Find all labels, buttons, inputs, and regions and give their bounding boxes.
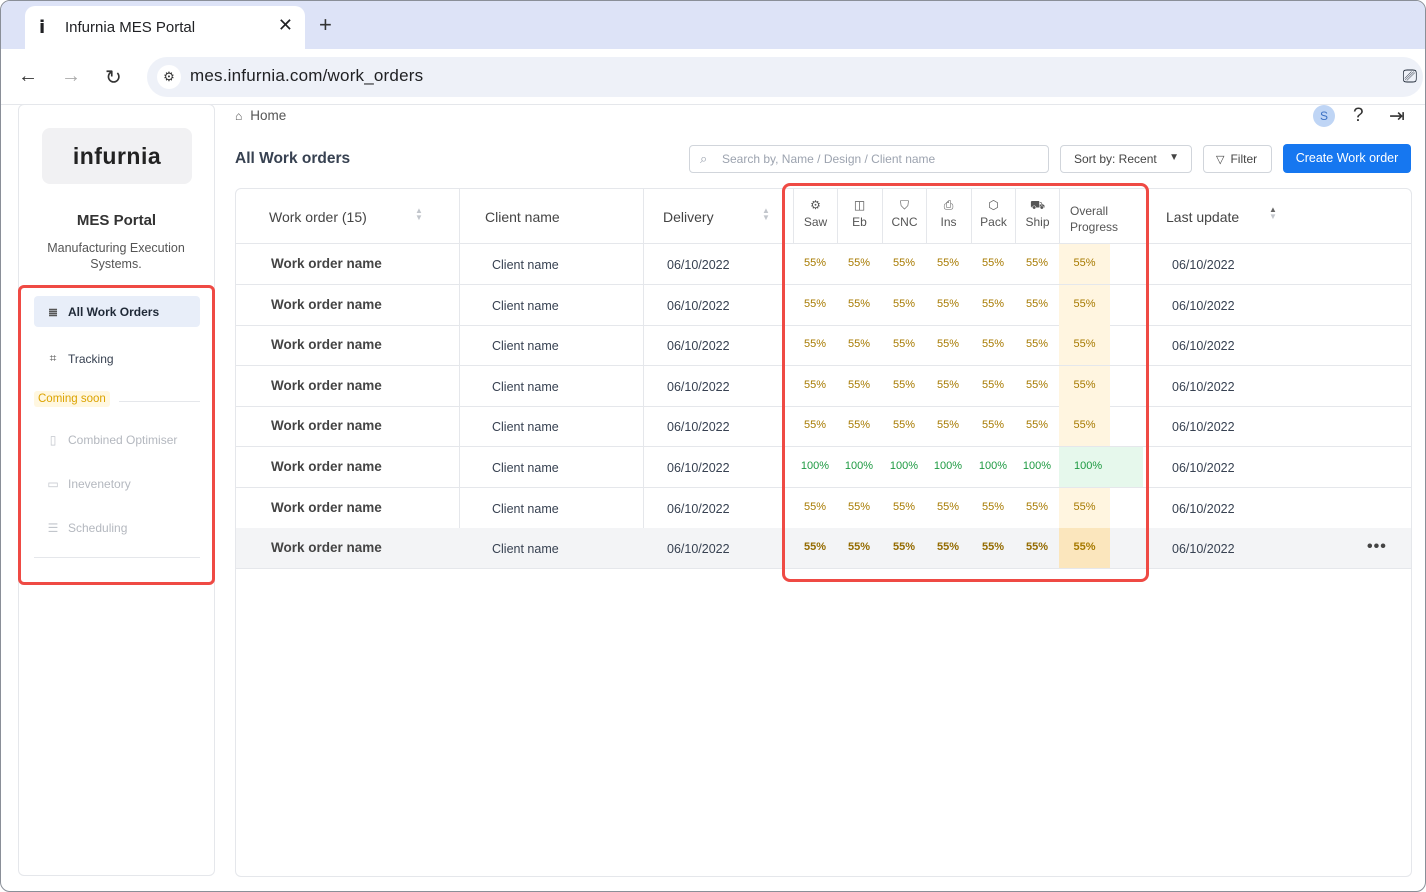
delivery-date: 06/10/2022 (667, 379, 730, 394)
filter-icon: ▽ (1216, 154, 1225, 166)
address-bar[interactable]: ⚙ mes.infurnia.com/work_orders ⎚ (147, 57, 1423, 97)
breadcrumb[interactable]: ⌂ Home (235, 108, 286, 123)
last-update-date: 06/10/2022 (1172, 420, 1235, 435)
last-update-date: 06/10/2022 (1172, 298, 1235, 313)
search-placeholder: Search by, Name / Design / Client name (722, 152, 936, 166)
work-order-name[interactable]: Work order name (271, 297, 382, 312)
sort-dropdown[interactable]: Sort by: Recent ▼ (1060, 145, 1192, 173)
work-order-name[interactable]: Work order name (271, 459, 382, 474)
work-order-name[interactable]: Work order name (271, 500, 382, 515)
column-header-delivery[interactable]: Delivery (663, 189, 714, 244)
client-name: Client name (492, 420, 559, 435)
sort-label: Sort by: Recent (1074, 152, 1157, 166)
work-order-name[interactable]: Work order name (271, 540, 382, 555)
last-update-date: 06/10/2022 (1172, 501, 1235, 516)
chevron-down-icon: ▼ (1169, 152, 1179, 163)
site-settings-icon[interactable]: ⚙ (157, 65, 181, 89)
client-name: Client name (492, 298, 559, 313)
portal-subtitle: Manufacturing Execution Systems. (47, 241, 185, 271)
install-app-icon[interactable]: ⎚ (1403, 66, 1417, 87)
last-update-date: 06/10/2022 (1172, 258, 1235, 272)
delivery-date: 06/10/2022 (667, 461, 730, 475)
search-icon: ⌕ (700, 151, 708, 166)
delivery-date: 06/10/2022 (667, 258, 730, 272)
close-tab-icon[interactable]: ✕ (278, 15, 293, 36)
client-name: Client name (492, 542, 559, 557)
column-header-client: Client name (485, 208, 560, 225)
last-update-date: 06/10/2022 (1172, 461, 1235, 475)
client-name: Client name (492, 339, 559, 354)
browser-toolbar: ← → ↻ ⚙ mes.infurnia.com/work_orders ⎚ (1, 49, 1425, 105)
tab-title: Infurnia MES Portal (65, 19, 196, 36)
breadcrumb-home[interactable]: Home (250, 108, 286, 123)
favicon-icon: i (39, 17, 46, 38)
client-name: Client name (492, 379, 559, 394)
browser-window: i Infurnia MES Portal ✕ + ← → ↻ ⚙ mes.in… (0, 0, 1426, 892)
client-name: Client name (492, 501, 559, 516)
delivery-date: 06/10/2022 (667, 542, 730, 557)
delivery-date: 06/10/2022 (667, 339, 730, 354)
search-input[interactable]: ⌕ Search by, Name / Design / Client name (689, 145, 1049, 173)
back-arrow-icon[interactable]: ← (18, 65, 38, 88)
client-name: Client name (492, 258, 559, 272)
divider (643, 189, 644, 244)
highlight-annotation (18, 285, 215, 585)
delivery-date: 06/10/2022 (667, 501, 730, 516)
filter-button[interactable]: ▽ Filter (1203, 145, 1272, 173)
last-update-date: 06/10/2022 (1172, 379, 1235, 394)
forward-arrow-icon[interactable]: → (61, 65, 81, 88)
work-order-name[interactable]: Work order name (271, 378, 382, 393)
avatar[interactable]: S (1313, 105, 1335, 127)
sort-arrows-icon[interactable]: ▲ ▼ (415, 207, 423, 222)
delivery-date: 06/10/2022 (667, 420, 730, 435)
create-work-order-button[interactable]: Create Work order (1283, 144, 1411, 173)
tab-strip: i Infurnia MES Portal ✕ + (1, 1, 1425, 49)
client-name: Client name (492, 461, 559, 475)
logout-icon[interactable]: ⇥ (1389, 105, 1405, 129)
delivery-date: 06/10/2022 (667, 298, 730, 313)
page-title: All Work orders (235, 150, 351, 167)
last-update-date: 06/10/2022 (1172, 542, 1235, 557)
work-order-name[interactable]: Work order name (271, 256, 382, 271)
reload-icon[interactable]: ↻ (105, 65, 122, 90)
sort-arrows-icon[interactable]: ▲ ▼ (1269, 206, 1277, 221)
infurnia-logo: infurnia (42, 128, 192, 184)
column-header-last-update[interactable]: Last update (1166, 189, 1239, 244)
column-header-work-order[interactable]: Work order (15) (269, 189, 367, 244)
work-order-name[interactable]: Work order name (271, 418, 382, 433)
browser-tab[interactable]: i Infurnia MES Portal ✕ (25, 6, 305, 49)
sidebar: infurnia MES Portal Manufacturing Execut… (18, 104, 215, 876)
highlight-annotation (782, 183, 1149, 582)
portal-title: MES Portal (76, 212, 157, 229)
url-text[interactable]: mes.infurnia.com/work_orders (190, 66, 423, 86)
new-tab-button[interactable]: + (319, 12, 332, 38)
divider (459, 189, 460, 244)
sort-arrows-icon[interactable]: ▲ ▼ (762, 207, 770, 222)
work-order-name[interactable]: Work order name (271, 337, 382, 352)
filter-label: Filter (1230, 152, 1258, 166)
home-icon: ⌂ (235, 108, 243, 123)
help-icon[interactable]: ? (1353, 105, 1364, 129)
more-options-icon[interactable]: ••• (1367, 538, 1387, 556)
last-update-date: 06/10/2022 (1172, 339, 1235, 354)
